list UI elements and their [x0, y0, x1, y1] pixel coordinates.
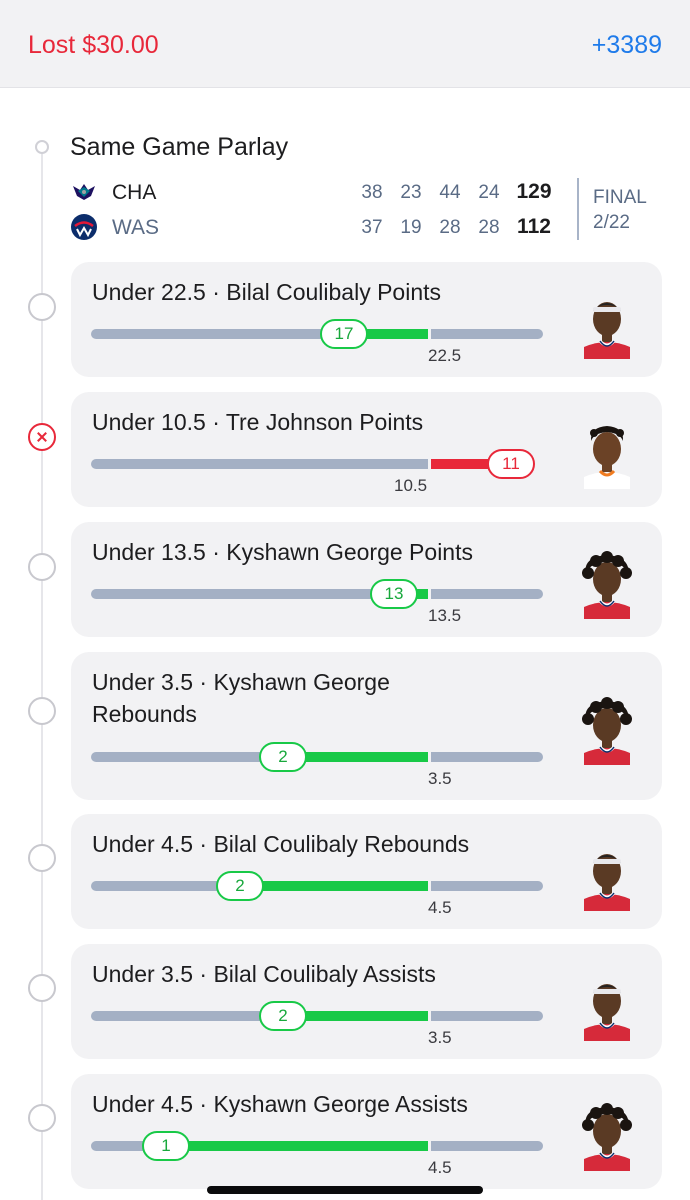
line-value-label: 4.5: [428, 898, 452, 917]
actual-value-pill: 2: [216, 871, 264, 901]
bar-remaining-segment: [431, 1011, 543, 1021]
quarter-score: 44: [439, 182, 461, 203]
leg-card[interactable]: Under 4.5 · Bilal Coulibaly Rebounds 2 4.5: [71, 814, 662, 929]
team-abbr: WAS: [112, 216, 160, 239]
bar-base-segment: [91, 459, 428, 469]
line-value-label: 10.5: [394, 476, 428, 495]
bar-fill-segment: [166, 1141, 428, 1151]
player-avatar: [576, 1101, 638, 1171]
leg-title: Under 22.5 · Bilal Coulibaly Points: [92, 279, 442, 305]
actual-value-pill: 2: [259, 742, 307, 772]
bet-result: Lost $30.00: [28, 31, 159, 59]
line-value-label: 4.5: [428, 1158, 452, 1177]
score-divider: [577, 178, 579, 240]
line-value-label: 3.5: [428, 1028, 452, 1047]
quarter-score: 28: [478, 217, 500, 238]
line-value-label: 13.5: [428, 606, 462, 625]
leg-card[interactable]: Under 22.5 · Bilal Coulibaly Points 17 22.…: [71, 262, 662, 377]
leg-status-dot: [28, 293, 56, 321]
team-row-cha: CHA 38 23 44 24 129: [70, 176, 570, 208]
leg-card[interactable]: Under 3.5 · Bilal Coulibaly Assists 2 3.5: [71, 944, 662, 1059]
quarter-score: 28: [439, 217, 461, 238]
player-avatar: [576, 695, 638, 765]
wizards-logo-icon: [71, 214, 97, 240]
leg-card[interactable]: Under 4.5 · Kyshawn George Assists 1 4.5: [71, 1074, 662, 1189]
bar-remaining-segment: [431, 881, 543, 891]
actual-value-pill: 13: [370, 579, 418, 609]
progress-bar: [91, 1011, 543, 1021]
actual-value-pill: 17: [320, 319, 368, 349]
leg-title: Under 3.5 · Kyshawn George Rebounds: [92, 669, 390, 727]
leg-card[interactable]: Under 10.5 · Tre Johnson Points 11 10.5: [71, 392, 662, 507]
parlay-title: Same Game Parlay: [70, 133, 289, 161]
bar-remaining-segment: [431, 752, 543, 762]
actual-value-pill: 1: [142, 1131, 190, 1161]
leg-status-dot: [28, 697, 56, 725]
leg-title: Under 13.5 · Kyshawn George Points: [92, 539, 473, 565]
bar-remaining-segment: [431, 1141, 543, 1151]
progress-bar: [91, 459, 543, 469]
quarter-score: 37: [361, 217, 383, 238]
leg-lost-icon: [28, 423, 56, 451]
progress-bar: [91, 752, 543, 762]
bet-odds: +3389: [591, 31, 662, 59]
line-value-label: 3.5: [428, 769, 452, 788]
team-abbr: CHA: [112, 181, 157, 204]
home-indicator[interactable]: [207, 1186, 483, 1194]
leg-title: Under 10.5 · Tre Johnson Points: [92, 409, 424, 435]
line-value-label: 22.5: [428, 346, 462, 365]
game-date: 2/22: [593, 212, 630, 233]
leg-card[interactable]: Under 3.5 · Kyshawn George Rebounds 2 3.5: [71, 652, 662, 800]
leg-title: Under 4.5 · Bilal Coulibaly Rebounds: [92, 831, 470, 857]
player-avatar: [576, 971, 638, 1041]
leg-status-dot: [28, 844, 56, 872]
timeline-start-dot: [35, 140, 49, 154]
leg-title: Under 4.5 · Kyshawn George Assists: [92, 1091, 468, 1117]
leg-status-dot: [28, 974, 56, 1002]
leg-status-dot: [28, 1104, 56, 1132]
quarter-score: 38: [361, 182, 383, 203]
bet-header: Lost $30.00 +3389: [0, 0, 690, 88]
game-status: FINAL: [593, 187, 647, 208]
bar-remaining-segment: [431, 329, 543, 339]
actual-value-pill: 2: [259, 1001, 307, 1031]
leg-card[interactable]: Under 13.5 · Kyshawn George Points 13 13.5: [71, 522, 662, 637]
leg-status-dot: [28, 553, 56, 581]
quarter-score: 24: [478, 182, 500, 203]
bar-remaining-segment: [431, 589, 543, 599]
hornets-logo-icon: [73, 184, 95, 200]
quarter-score: 19: [400, 217, 422, 238]
leg-title: Under 3.5 · Bilal Coulibaly Assists: [92, 961, 436, 987]
player-avatar: [576, 289, 638, 359]
progress-bar: [91, 881, 543, 891]
quarter-score: 23: [400, 182, 422, 203]
progress-bar: [91, 589, 543, 599]
player-avatar: [576, 419, 638, 489]
bar-fill-segment: [240, 881, 428, 891]
bar-base-segment: [91, 1011, 283, 1021]
team-row-was: WAS 37 19 28 28 112: [70, 211, 570, 243]
progress-bar: [91, 329, 543, 339]
bar-base-segment: [91, 752, 283, 762]
total-score: 112: [517, 215, 551, 238]
bar-base-segment: [91, 329, 344, 339]
actual-value-pill: 11: [487, 449, 535, 479]
bar-base-segment: [91, 589, 394, 599]
player-avatar: [576, 841, 638, 911]
total-score: 129: [516, 180, 552, 203]
player-avatar: [576, 549, 638, 619]
